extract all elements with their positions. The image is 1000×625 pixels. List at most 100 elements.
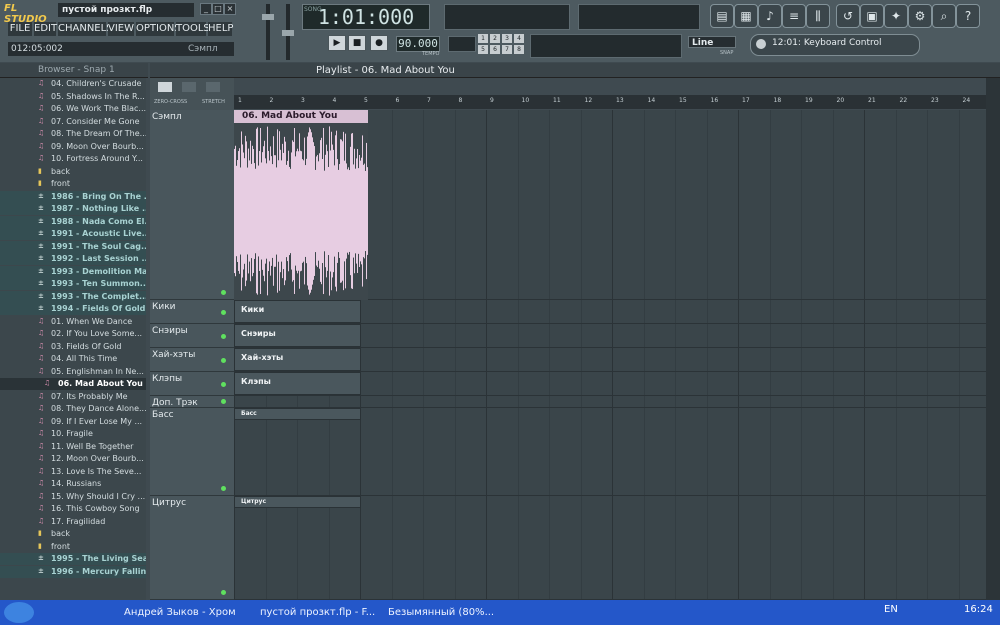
browser-item[interactable]: ±1987 - Nothing Like ... <box>0 203 146 215</box>
browser-item[interactable]: ♫ 08. They Dance Alone... <box>0 403 146 415</box>
track-mute-led[interactable] <box>221 486 226 491</box>
browser-item[interactable]: ♫ 07. Its Probably Me <box>0 391 146 403</box>
browser-window-button[interactable]: ≡ <box>782 4 806 28</box>
browser-item[interactable]: ♫ 03. Fields Of Gold <box>0 341 146 353</box>
browser-item[interactable]: ♫ 12. Moon Over Bourb... <box>0 453 146 465</box>
track-row[interactable]: Клэпы <box>150 372 234 396</box>
browser-item[interactable]: ♫ 04. Children's Crusade <box>0 78 146 90</box>
track-row[interactable]: Снэиры <box>150 324 234 348</box>
save-icon[interactable]: ▣ <box>860 4 884 28</box>
track-mute-led[interactable] <box>221 382 226 387</box>
master-volume-handle[interactable] <box>262 14 274 20</box>
browser-item[interactable]: ±1991 - The Soul Cag... <box>0 240 146 253</box>
search-icon[interactable]: ⌕ <box>932 4 956 28</box>
playlist-mode-icon[interactable] <box>158 82 172 92</box>
pattern-number-6[interactable]: 6 <box>490 45 500 54</box>
playlist-window-button[interactable]: ▤ <box>710 4 734 28</box>
zero-cross-toggle[interactable]: ZERO-CROSS <box>154 99 187 105</box>
tempo-display[interactable]: 90.000 <box>396 36 440 52</box>
pattern-selector[interactable] <box>448 36 476 52</box>
browser-item[interactable]: ♫ 15. Why Should I Cry ... <box>0 491 146 503</box>
browser-item[interactable]: ▮ front <box>0 178 146 190</box>
close-icon[interactable]: × <box>224 3 236 15</box>
snap-selector[interactable]: Line <box>688 36 736 48</box>
menu-edit[interactable]: EDIT <box>34 22 57 36</box>
track-row[interactable]: Цитрус <box>150 496 234 600</box>
browser-item[interactable]: ±1993 - Demolition Man <box>0 265 146 278</box>
pattern-number-8[interactable]: 8 <box>514 45 524 54</box>
play-button[interactable]: ▶ <box>328 35 346 51</box>
audio-clip-header[interactable]: 06. Mad About You <box>234 110 368 123</box>
browser-panel[interactable]: ♫ 04. Children's Crusade ♫ 05. Shadows In T… <box>0 78 146 600</box>
menu-options[interactable]: OPTIONS <box>136 22 181 36</box>
master-pitch-handle[interactable] <box>282 30 294 36</box>
menu-view[interactable]: VIEW <box>108 22 134 36</box>
render-icon[interactable]: ✦ <box>884 4 908 28</box>
browser-item[interactable]: ♫ 14. Russians <box>0 478 146 490</box>
pattern-clip[interactable]: Снэиры <box>234 324 361 347</box>
browser-item[interactable]: ♫ 05. Shadows In The R... <box>0 91 146 103</box>
timeline-ruler[interactable]: 1 2 3 4 5 6 7 8 9 10 11 12 13 14 15 16 17 18 19 20 21 22 23 24 <box>234 95 986 109</box>
audio-icon[interactable] <box>206 82 220 92</box>
pattern-number-1[interactable]: 1 <box>478 34 488 43</box>
playlist-title[interactable]: Playlist - 06. Mad About You <box>316 65 455 76</box>
menu-file[interactable]: FILE <box>8 22 32 36</box>
track-row[interactable]: Доп. Трэк <box>150 396 234 408</box>
browser-title[interactable]: Browser - Snap 1 <box>38 65 115 75</box>
pattern-number-2[interactable]: 2 <box>490 34 500 43</box>
menu-channels[interactable]: CHANNELS <box>58 22 113 36</box>
browser-item[interactable]: ±1988 - Nada Como El... <box>0 215 146 228</box>
browser-item[interactable]: ♫ 11. Well Be Together <box>0 441 146 453</box>
menu-tools[interactable]: TOOLS <box>176 22 210 36</box>
browser-item[interactable]: ▮ back <box>0 528 146 540</box>
mixer-button[interactable]: ⫼ <box>806 4 830 28</box>
track-mute-led[interactable] <box>221 399 226 404</box>
minimize-icon[interactable]: _ <box>200 3 212 15</box>
browser-item[interactable]: ♫ 04. All This Time <box>0 353 146 365</box>
browser-item[interactable]: ±1996 - Mercury Falling <box>0 565 146 578</box>
browser-item[interactable]: ♫ 13. Love Is The Seve... <box>0 466 146 478</box>
browser-item[interactable]: ♫ 01. When We Dance <box>0 316 146 328</box>
track-row[interactable]: Хай-хэты <box>150 348 234 372</box>
task-paint[interactable]: Безымянный (80%... <box>388 603 498 622</box>
pattern-number-7[interactable]: 7 <box>502 45 512 54</box>
track-row[interactable]: Кики <box>150 300 234 324</box>
track-mute-led[interactable] <box>221 290 226 295</box>
menu-help[interactable]: HELP <box>208 22 233 36</box>
task-chrome[interactable]: Андрей Зыков - Хром <box>124 603 242 622</box>
pattern-clip[interactable]: Хай-хэты <box>234 348 361 371</box>
track-mute-led[interactable] <box>221 358 226 363</box>
browser-item[interactable]: ♫ 07. Consider Me Gone <box>0 116 146 128</box>
pattern-number-3[interactable]: 3 <box>502 34 512 43</box>
browser-item[interactable]: ▮ front <box>0 541 146 553</box>
track-row[interactable]: Сэмпл <box>150 110 234 300</box>
browser-item[interactable]: ±1993 - The Complet... <box>0 290 146 303</box>
restore-icon[interactable]: □ <box>212 3 224 15</box>
vertical-scrollbar[interactable] <box>986 78 1000 600</box>
master-volume-slider[interactable] <box>266 4 270 60</box>
pattern-clip[interactable]: Цитрус <box>234 496 361 508</box>
track-mute-led[interactable] <box>221 310 226 315</box>
help-icon[interactable]: ? <box>956 4 980 28</box>
browser-item[interactable]: ♫ 10. Fragile <box>0 428 146 440</box>
record-button[interactable]: ● <box>370 35 388 51</box>
settings-icon[interactable]: ⚙ <box>908 4 932 28</box>
playlist-grid[interactable]: 06. Mad About You Кики Снэиры Хай-хэты Клэпы… <box>234 110 986 600</box>
start-button[interactable] <box>4 602 34 623</box>
record-options-panel[interactable] <box>530 34 682 58</box>
pattern-number-4[interactable]: 4 <box>514 34 524 43</box>
pattern-number-5[interactable]: 5 <box>478 45 488 54</box>
automation-icon[interactable] <box>182 82 196 92</box>
browser-item[interactable]: ♫ 09. If I Ever Lose My ... <box>0 416 146 428</box>
browser-item[interactable]: ♫ 05. Englishman In Ne... <box>0 366 146 378</box>
pattern-clip[interactable]: Клэпы <box>234 372 361 395</box>
step-sequencer-button[interactable]: ▦ <box>734 4 758 28</box>
browser-item[interactable]: ±1994 - Fields Of Gold <box>0 303 146 315</box>
browser-item[interactable]: ▮ back <box>0 166 146 178</box>
browser-item[interactable]: ±1993 - Ten Summon... <box>0 278 146 290</box>
stop-button[interactable]: ■ <box>348 35 366 51</box>
track-mute-led[interactable] <box>221 590 226 595</box>
pattern-clip[interactable]: Кики <box>234 300 361 323</box>
browser-item[interactable]: ±1995 - The Living Sea <box>0 553 146 565</box>
audio-clip[interactable]: 06. Mad About You <box>234 110 368 300</box>
